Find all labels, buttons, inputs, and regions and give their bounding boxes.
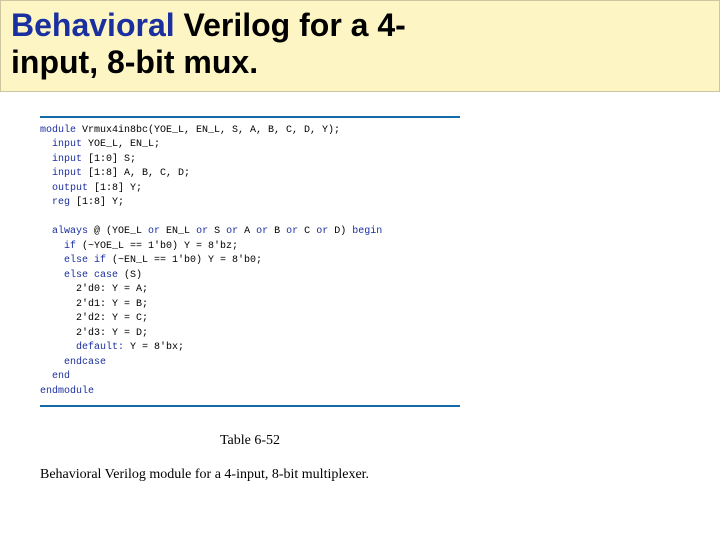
figure-block: module Vrmux4in8bc(YOE_L, EN_L, S, A, B,… <box>0 92 720 484</box>
code-l7d: A <box>238 226 256 237</box>
kw-or3: or <box>226 226 238 237</box>
caption-text: Behavioral Verilog module for a 4-input,… <box>40 449 460 483</box>
kw-endmodule: endmodule <box>40 386 94 397</box>
kw-module: module <box>40 125 76 136</box>
kw-end: end <box>40 371 70 382</box>
code-l9: (~EN_L == 1'b0) Y = 8'b0; <box>106 255 262 266</box>
kw-input2: input <box>40 154 82 165</box>
code-l12: 2'd1: Y = B; <box>40 299 148 310</box>
kw-endcase: endcase <box>40 357 106 368</box>
kw-output: output <box>40 183 88 194</box>
code-l6: [1:8] Y; <box>70 197 124 208</box>
code-listing: module Vrmux4in8bc(YOE_L, EN_L, S, A, B,… <box>40 118 460 406</box>
title-rest-1: Verilog for a 4- <box>175 7 406 43</box>
code-l4: [1:8] A, B, C, D; <box>82 168 190 179</box>
title-accent: Behavioral <box>11 7 175 43</box>
table-label: Table 6-52 <box>40 433 460 449</box>
code-l5: [1:8] Y; <box>88 183 142 194</box>
code-l8: (~YOE_L == 1'b0) Y = 8'bz; <box>76 241 238 252</box>
kw-or1: or <box>148 226 160 237</box>
code-l14: 2'd3: Y = D; <box>40 328 148 339</box>
kw-elseif: else if <box>40 255 106 266</box>
code-l7e: B <box>268 226 286 237</box>
kw-or6: or <box>316 226 328 237</box>
code-l7c: S <box>208 226 226 237</box>
kw-always: always <box>40 226 88 237</box>
kw-or4: or <box>256 226 268 237</box>
code-l13: 2'd2: Y = C; <box>40 313 148 324</box>
slide: Behavioral Verilog for a 4- input, 8-bit… <box>0 0 720 540</box>
code-l3: [1:0] S; <box>82 154 136 165</box>
kw-begin: begin <box>352 226 382 237</box>
code-l7g: D) <box>328 226 352 237</box>
code-l10: (S) <box>118 270 142 281</box>
code-l7f: C <box>298 226 316 237</box>
kw-or5: or <box>286 226 298 237</box>
code-l7a: @ (YOE_L <box>88 226 148 237</box>
title-band: Behavioral Verilog for a 4- input, 8-bit… <box>0 0 720 92</box>
kw-input1: input <box>40 139 82 150</box>
title-line-1: Behavioral Verilog for a 4- <box>11 7 709 44</box>
caption-block: Table 6-52 Behavioral Verilog module for… <box>40 407 460 483</box>
kw-or2: or <box>196 226 208 237</box>
kw-reg: reg <box>40 197 70 208</box>
kw-if: if <box>40 241 76 252</box>
kw-elsecase: else case <box>40 270 118 281</box>
code-l11: 2'd0: Y = A; <box>40 284 148 295</box>
code-l15: Y = 8'bx; <box>124 342 184 353</box>
code-l2: YOE_L, EN_L; <box>82 139 160 150</box>
title-line-2: input, 8-bit mux. <box>11 44 709 81</box>
kw-default: default: <box>40 342 124 353</box>
kw-input3: input <box>40 168 82 179</box>
code-l1: Vrmux4in8bc(YOE_L, EN_L, S, A, B, C, D, … <box>76 125 340 136</box>
code-l7b: EN_L <box>160 226 196 237</box>
